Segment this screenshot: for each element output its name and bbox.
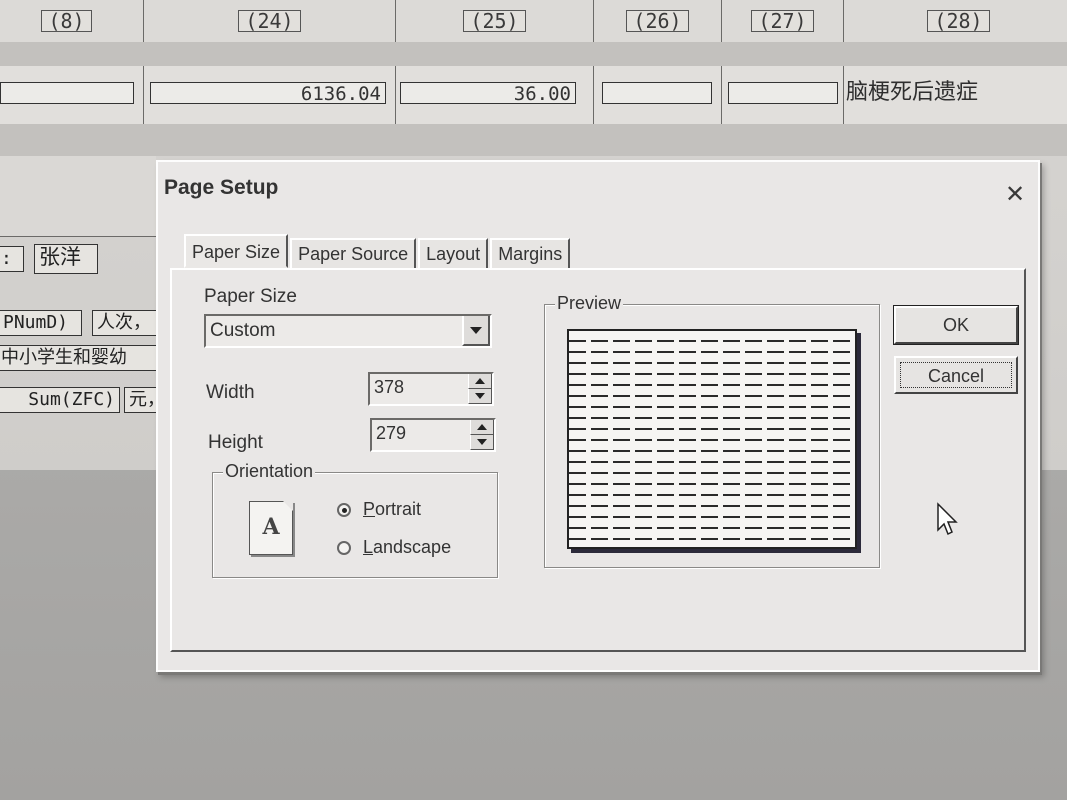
column-header-label: (8) bbox=[41, 10, 92, 32]
paper-size-dropdown[interactable]: Custom bbox=[204, 314, 492, 348]
sheet-separator bbox=[0, 42, 1067, 66]
column-header: (26) bbox=[594, 0, 722, 42]
cell-field bbox=[602, 82, 712, 104]
dropdown-arrow-icon[interactable] bbox=[462, 316, 490, 346]
landscape-radio[interactable]: Landscape bbox=[337, 537, 451, 558]
mouse-pointer-icon bbox=[937, 502, 958, 536]
column-header: (27) bbox=[722, 0, 844, 42]
landscape-label: Landscape bbox=[363, 537, 452, 557]
column-header: (25) bbox=[396, 0, 594, 42]
column-header-label: (25) bbox=[463, 10, 526, 32]
tab-paper-source[interactable]: Paper Source bbox=[290, 238, 417, 268]
sheet-label: 人次， bbox=[92, 310, 158, 336]
column-header-label: (24) bbox=[238, 10, 301, 32]
spin-up-icon[interactable] bbox=[468, 374, 492, 389]
page-portrait-icon: A bbox=[249, 501, 293, 555]
tab-strip: Paper Size Paper Source Layout Margins bbox=[184, 234, 572, 268]
sheet-label: Sum(ZFC) bbox=[0, 387, 120, 413]
height-label: Height bbox=[208, 432, 263, 453]
sheet-label: 张洋 bbox=[34, 244, 98, 274]
spin-down-icon[interactable] bbox=[470, 435, 494, 450]
orientation-group: Orientation A Portrait Landscape bbox=[212, 461, 498, 578]
tab-layout[interactable]: Layout bbox=[418, 238, 489, 268]
width-label: Width bbox=[206, 382, 255, 403]
cell-field bbox=[0, 82, 134, 104]
page-icon-letter: A bbox=[262, 514, 280, 540]
column-header-label: (26) bbox=[626, 10, 689, 32]
sheet-label: : bbox=[0, 246, 24, 272]
cell-text: 脑梗死后遗症 bbox=[846, 80, 979, 105]
height-spinner[interactable]: 279 bbox=[370, 418, 496, 452]
cancel-button[interactable]: Cancel bbox=[894, 356, 1018, 394]
column-header: (24) bbox=[144, 0, 396, 42]
data-cell bbox=[594, 66, 722, 124]
data-cell bbox=[722, 66, 844, 124]
preview-page bbox=[567, 329, 857, 549]
data-cell bbox=[0, 66, 144, 124]
cancel-label: Cancel bbox=[900, 362, 1012, 388]
column-header-label: (27) bbox=[751, 10, 814, 32]
column-header-label: (28) bbox=[927, 10, 990, 32]
spin-up-icon[interactable] bbox=[470, 420, 494, 435]
cell-field: 6136.04 bbox=[150, 82, 386, 105]
width-spinner[interactable]: 378 bbox=[368, 372, 494, 406]
paper-size-value: Custom bbox=[210, 320, 276, 341]
width-value[interactable]: 378 bbox=[374, 377, 404, 398]
sheet-left-block bbox=[0, 156, 156, 237]
data-cell: 脑梗死后遗症 bbox=[844, 66, 1067, 124]
dialog-title: Page Setup bbox=[164, 176, 279, 199]
sheet-label: PNumD) bbox=[0, 310, 82, 336]
sheet-separator bbox=[0, 124, 1067, 156]
column-header: (8) bbox=[0, 0, 144, 42]
paper-size-label: Paper Size bbox=[204, 286, 297, 307]
orientation-title: Orientation bbox=[223, 461, 316, 482]
ok-button[interactable]: OK bbox=[893, 305, 1019, 345]
screen: (8) (24) (25) (26) (27) (28) 6136.04 36.… bbox=[0, 0, 1067, 800]
radio-unselected-icon[interactable] bbox=[337, 540, 351, 555]
tab-margins[interactable]: Margins bbox=[490, 238, 571, 268]
spin-down-icon[interactable] bbox=[468, 389, 492, 404]
sheet-label: 中小学生和婴幼 bbox=[0, 345, 158, 371]
data-cell: 6136.04 bbox=[144, 66, 396, 124]
page-setup-dialog: Page Setup ✕ Paper Size Paper Source Lay… bbox=[156, 160, 1040, 672]
cell-field bbox=[728, 82, 838, 104]
preview-text-lines bbox=[569, 331, 855, 547]
column-header: (28) bbox=[844, 0, 1067, 42]
data-cell: 36.00 bbox=[396, 66, 594, 124]
preview-group: Preview bbox=[544, 293, 880, 568]
portrait-radio[interactable]: Portrait bbox=[337, 499, 421, 520]
sheet-label: 元， bbox=[124, 387, 158, 413]
close-icon[interactable]: ✕ bbox=[1002, 182, 1028, 208]
radio-selected-icon[interactable] bbox=[337, 502, 351, 517]
portrait-label: Portrait bbox=[363, 499, 422, 519]
height-value[interactable]: 279 bbox=[376, 423, 406, 444]
preview-title: Preview bbox=[555, 293, 624, 314]
tab-paper-size[interactable]: Paper Size bbox=[184, 234, 289, 268]
cell-field: 36.00 bbox=[400, 82, 576, 105]
dialog-titlebar[interactable]: Page Setup ✕ bbox=[158, 162, 1038, 212]
